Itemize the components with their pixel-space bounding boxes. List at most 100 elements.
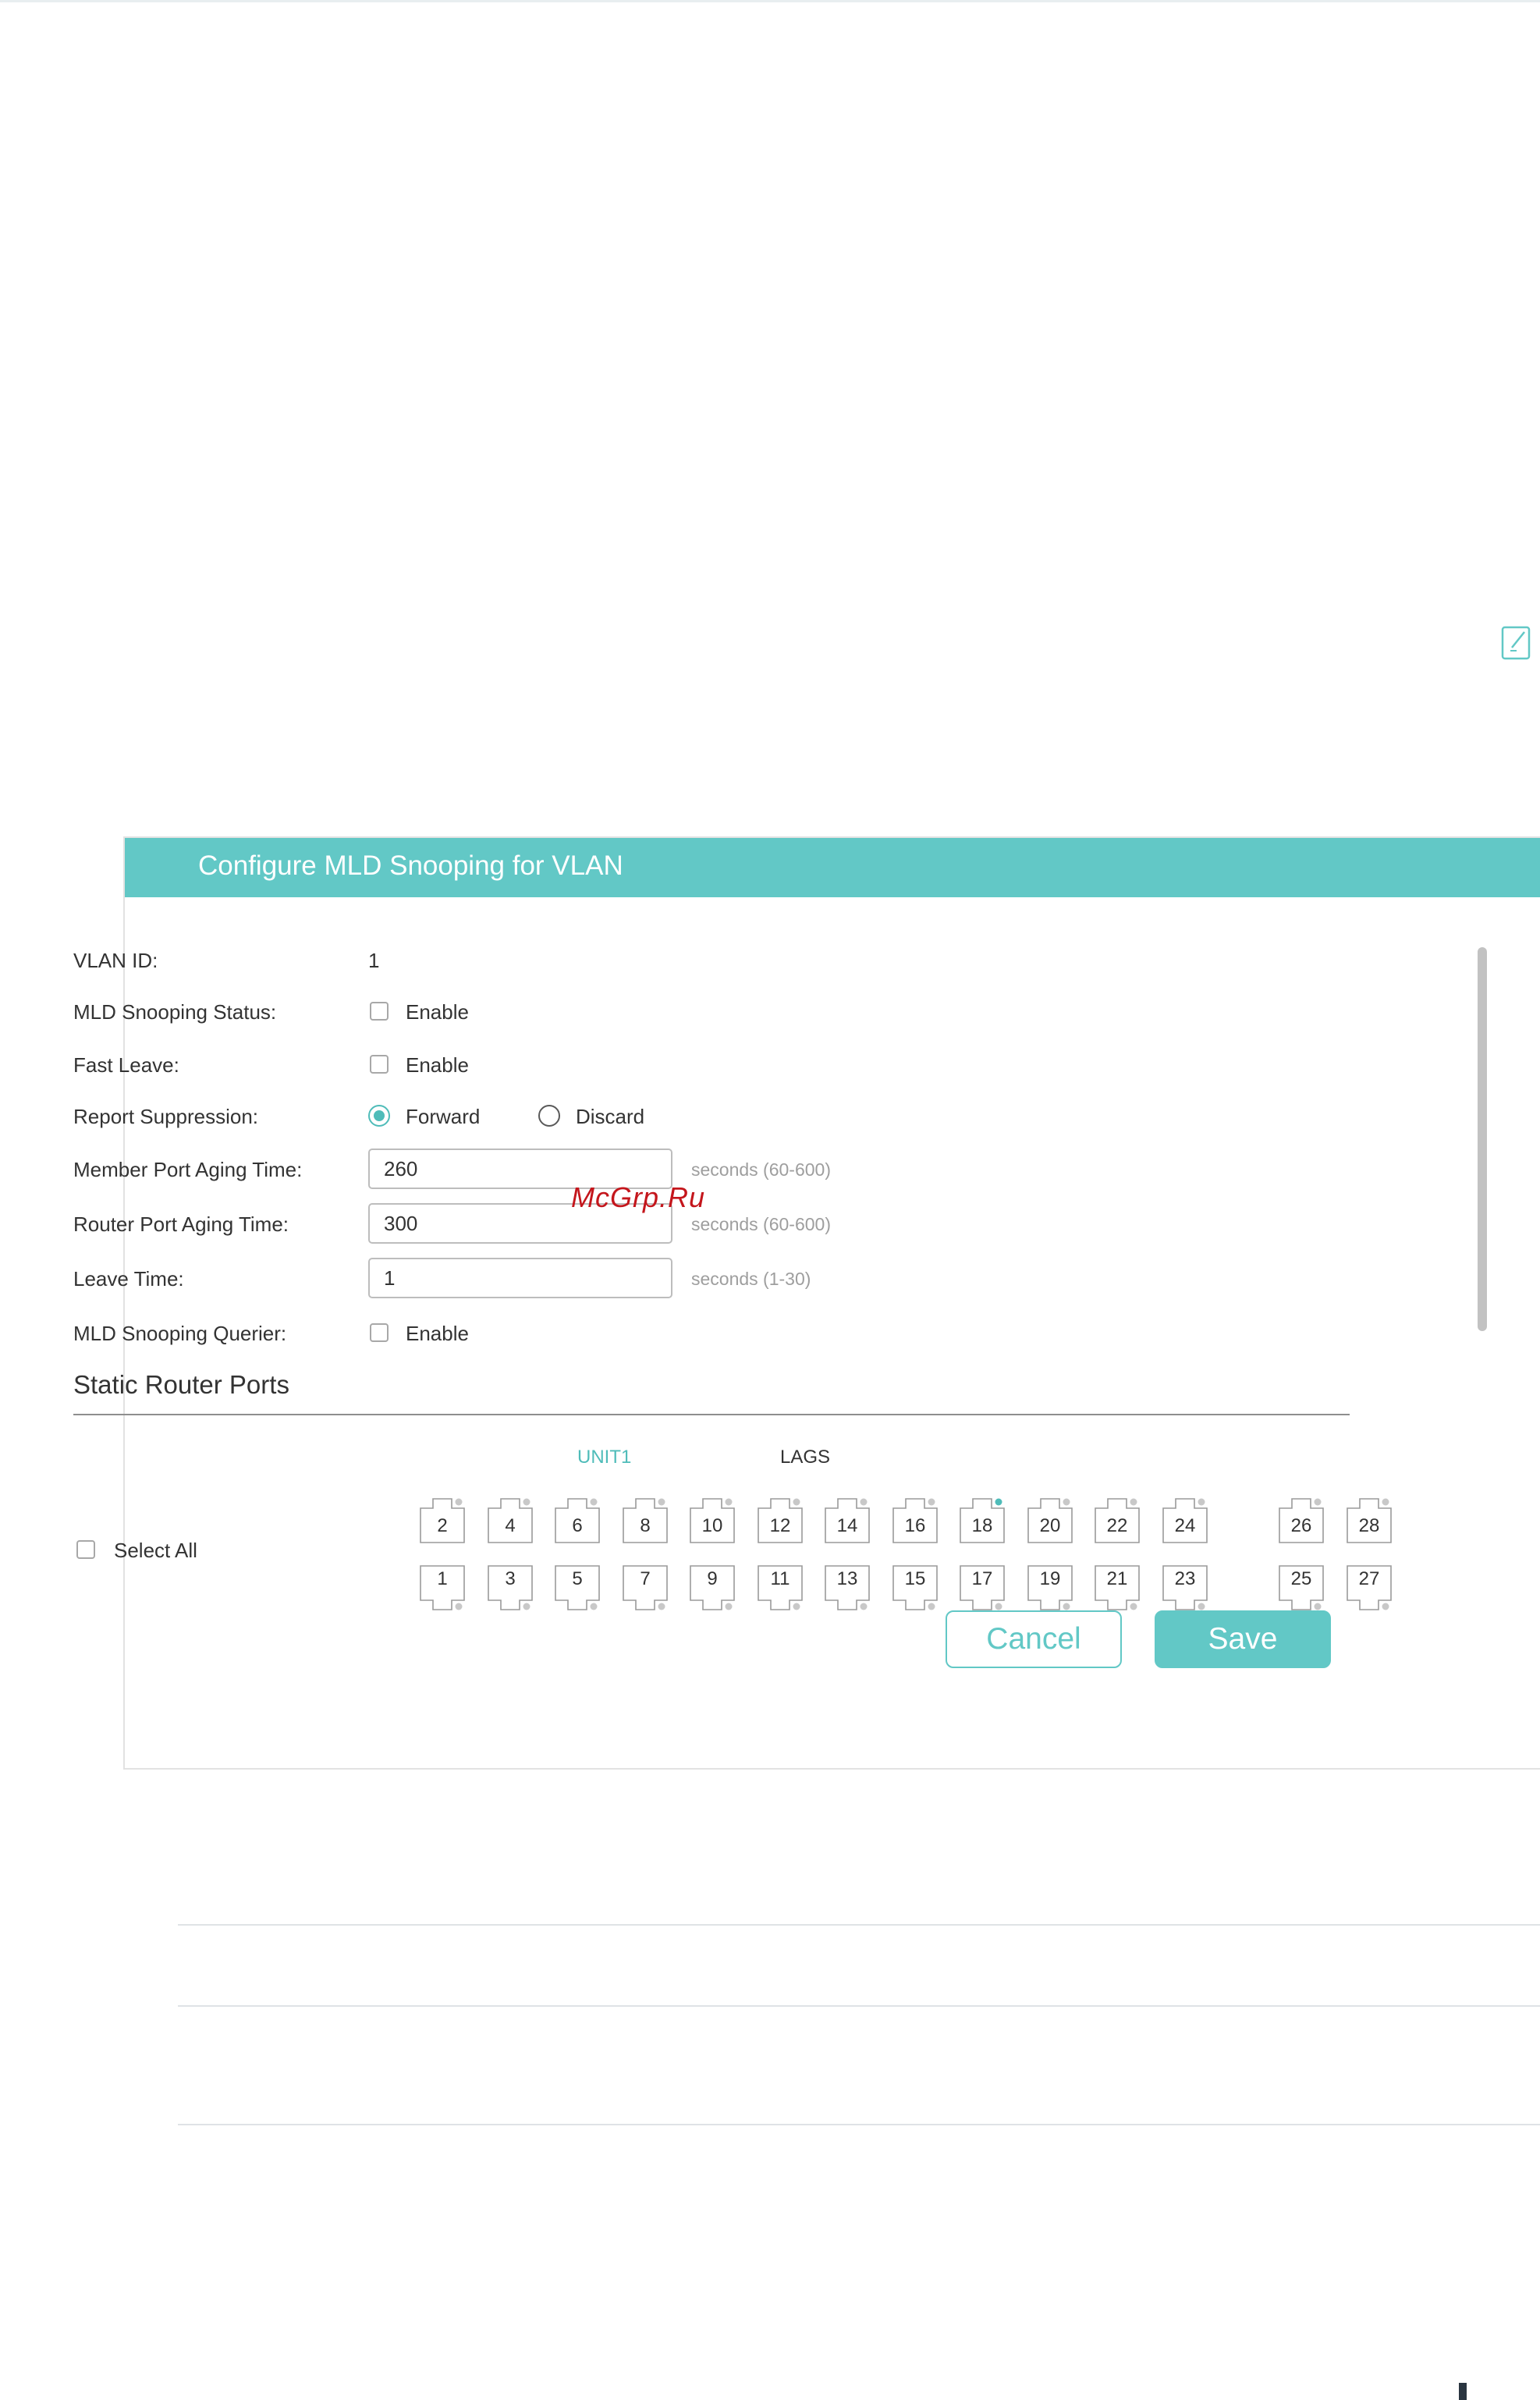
port-number: 25 [1290, 1568, 1312, 1589]
fast-leave-label: Fast Leave: [73, 1053, 179, 1077]
port-27[interactable]: 27 [1347, 1565, 1392, 1612]
select-all-label: Select All [114, 1539, 197, 1562]
port-25[interactable]: 25 [1279, 1565, 1324, 1612]
unit-tab[interactable]: UNIT1 [577, 1447, 631, 1468]
port-status-dot [860, 1603, 868, 1610]
port-number: 2 [437, 1515, 448, 1536]
port-number: 8 [640, 1515, 651, 1536]
port-number: 12 [769, 1515, 791, 1536]
select-all-checkbox[interactable] [76, 1540, 95, 1559]
port-status-dot [1198, 1498, 1205, 1506]
port-26[interactable]: 26 [1279, 1496, 1324, 1543]
port-7[interactable]: 7 [623, 1565, 668, 1612]
port-status-dot [793, 1603, 800, 1610]
port-15[interactable]: 15 [892, 1565, 938, 1612]
cancel-button[interactable]: Cancel [946, 1610, 1122, 1668]
page-marker [1459, 2383, 1467, 2400]
report-discard-radio[interactable] [538, 1105, 560, 1127]
member-port-aging-label: Member Port Aging Time: [73, 1158, 303, 1181]
snooping-status-enable-label: Enable [406, 1000, 469, 1024]
port-number: 20 [1039, 1515, 1061, 1536]
port-17[interactable]: 17 [960, 1565, 1005, 1612]
port-number: 24 [1174, 1515, 1196, 1536]
port-19[interactable]: 19 [1027, 1565, 1073, 1612]
snooping-status-label: MLD Snooping Status: [73, 1000, 277, 1024]
port-status-dot [928, 1603, 935, 1610]
port-18[interactable]: 18 [960, 1496, 1005, 1543]
edit-icon[interactable] [1501, 624, 1532, 662]
port-4[interactable]: 4 [488, 1496, 533, 1543]
port-status-dot [455, 1603, 463, 1610]
querier-checkbox[interactable] [370, 1323, 389, 1342]
port-2[interactable]: 2 [420, 1496, 465, 1543]
router-port-aging-label: Router Port Aging Time: [73, 1212, 289, 1236]
port-status-dot [860, 1498, 868, 1506]
port-status-dot [658, 1498, 665, 1506]
port-number: 21 [1106, 1568, 1128, 1589]
dialog-scrollbar[interactable] [1478, 947, 1487, 1331]
port-23[interactable]: 23 [1162, 1565, 1208, 1612]
report-forward-label: Forward [406, 1105, 481, 1128]
port-number: 27 [1358, 1568, 1380, 1589]
port-number: 28 [1358, 1515, 1380, 1536]
port-12[interactable]: 12 [758, 1496, 803, 1543]
port-status-dot [1314, 1498, 1322, 1506]
port-number: 26 [1290, 1515, 1312, 1536]
router-port-aging-hint: seconds (60-600) [691, 1214, 831, 1234]
port-status-dot [793, 1498, 800, 1506]
port-9[interactable]: 9 [690, 1565, 735, 1612]
port-21[interactable]: 21 [1095, 1565, 1140, 1612]
port-number: 19 [1039, 1568, 1061, 1589]
port-22[interactable]: 22 [1095, 1496, 1140, 1543]
lags-tab[interactable]: LAGS [780, 1447, 830, 1468]
port-14[interactable]: 14 [825, 1496, 870, 1543]
dialog-title: Configure MLD Snooping for VLAN [198, 850, 623, 881]
leave-time-input[interactable] [368, 1258, 672, 1298]
port-number: 22 [1106, 1515, 1128, 1536]
querier-label: MLD Snooping Querier: [73, 1322, 287, 1345]
port-number: 9 [707, 1568, 718, 1589]
watermark: McGrp.Ru [571, 1181, 706, 1213]
port-24[interactable]: 24 [1162, 1496, 1208, 1543]
port-20[interactable]: 20 [1027, 1496, 1073, 1543]
querier-enable-label: Enable [406, 1322, 469, 1345]
port-number: 17 [971, 1568, 993, 1589]
port-number: 13 [836, 1568, 858, 1589]
port-number: 14 [836, 1515, 858, 1536]
snooping-status-checkbox[interactable] [370, 1002, 389, 1021]
fast-leave-checkbox[interactable] [370, 1055, 389, 1074]
port-16[interactable]: 16 [892, 1496, 938, 1543]
port-8[interactable]: 8 [623, 1496, 668, 1543]
port-status-dot [1130, 1603, 1137, 1610]
vlan-id-label: VLAN ID: [73, 949, 158, 972]
port-number: 6 [572, 1515, 583, 1536]
port-11[interactable]: 11 [758, 1565, 803, 1612]
leave-time-label: Leave Time: [73, 1267, 184, 1291]
port-number: 7 [640, 1568, 651, 1589]
port-status-dot [590, 1603, 598, 1610]
port-status-dot [523, 1498, 530, 1506]
port-5[interactable]: 5 [555, 1565, 600, 1612]
save-button[interactable]: Save [1155, 1610, 1331, 1668]
port-status-dot [995, 1603, 1002, 1610]
port-1[interactable]: 1 [420, 1565, 465, 1612]
port-6[interactable]: 6 [555, 1496, 600, 1543]
port-status-dot [1198, 1603, 1205, 1610]
port-number: 10 [701, 1515, 723, 1536]
port-status-dot [523, 1603, 530, 1610]
port-13[interactable]: 13 [825, 1565, 870, 1612]
port-status-dot [725, 1603, 733, 1610]
port-10[interactable]: 10 [690, 1496, 735, 1543]
static-router-ports-title: Static Router Ports [73, 1370, 289, 1399]
report-suppression-label: Report Suppression: [73, 1105, 259, 1128]
port-number: 5 [572, 1568, 583, 1589]
divider-line [178, 2005, 1540, 2007]
port-number: 11 [770, 1568, 790, 1589]
port-number: 15 [904, 1568, 926, 1589]
port-number: 3 [505, 1568, 516, 1589]
port-number: 23 [1174, 1568, 1196, 1589]
port-3[interactable]: 3 [488, 1565, 533, 1612]
report-forward-radio[interactable] [368, 1105, 390, 1127]
port-status-dot [1382, 1603, 1389, 1610]
port-28[interactable]: 28 [1347, 1496, 1392, 1543]
